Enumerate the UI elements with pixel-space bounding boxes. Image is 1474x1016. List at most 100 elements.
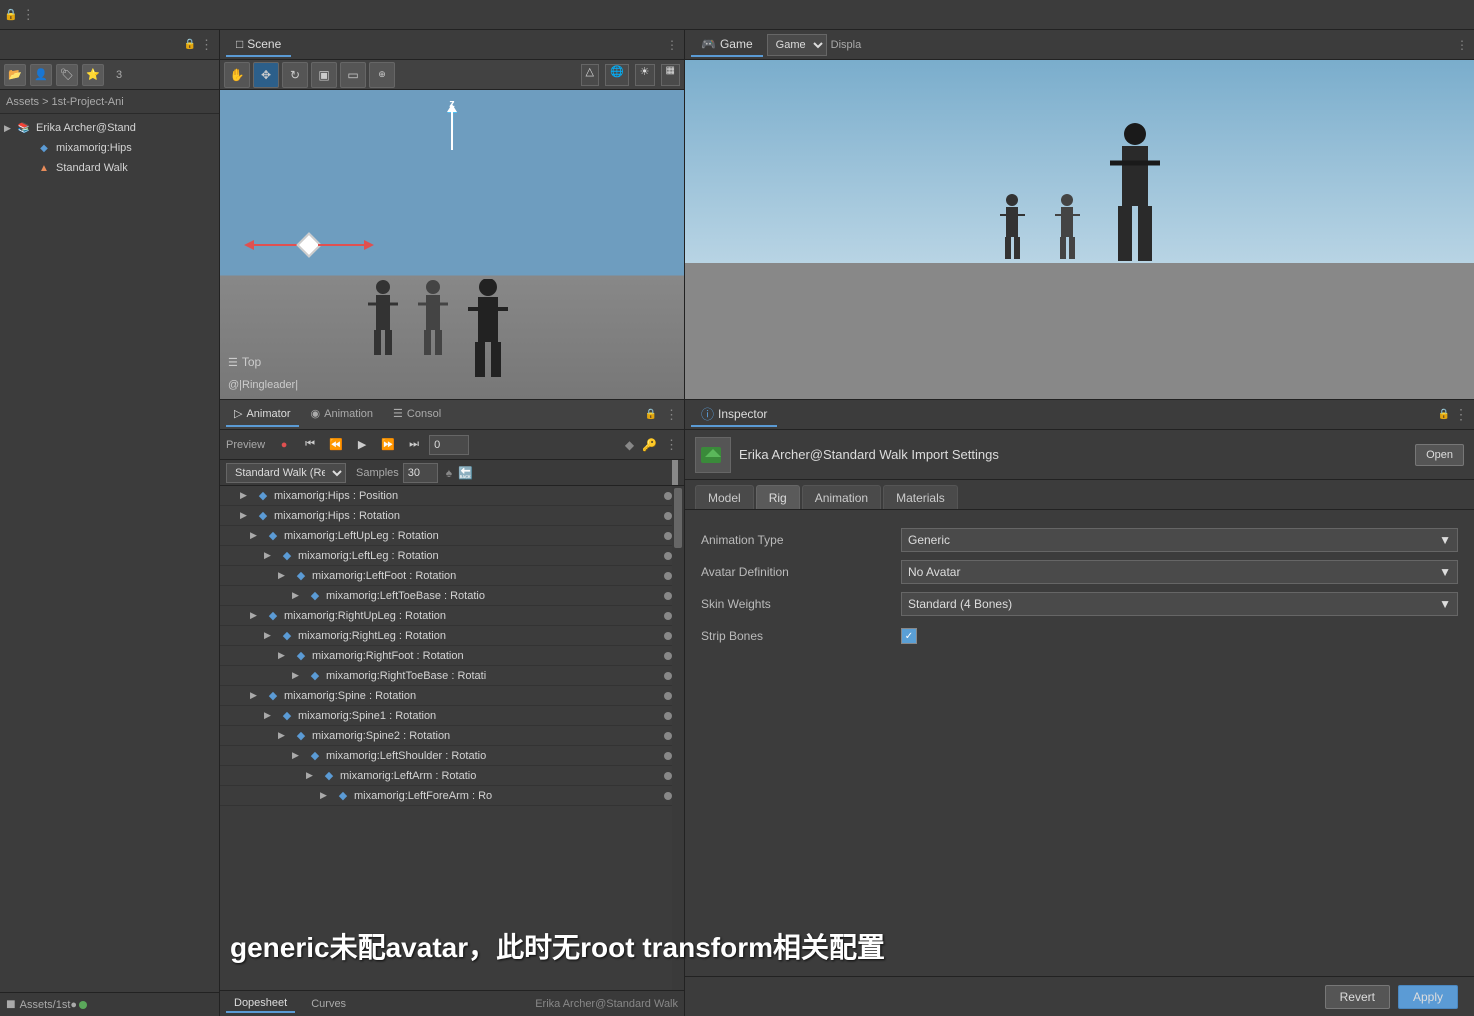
apply-button[interactable]: Apply (1398, 985, 1458, 1009)
skin-weights-dropdown[interactable]: Standard (4 Bones) ▼ (901, 592, 1458, 616)
animation-type-value: Generic ▼ (901, 528, 1458, 552)
game-panel: 🎮 Game Game Displa ⋮ (685, 30, 1474, 399)
anim-item-leftshoulder[interactable]: ▶ ◆ mixamorig:LeftShoulder : Rotatio (220, 746, 684, 766)
more-icon-anim[interactable]: ⋮ (665, 407, 678, 423)
expand-arrow-11: ▶ (250, 690, 264, 701)
expand-arrow-4: ▶ (264, 550, 278, 561)
playback-bar: Preview ● ⏮ ⏪ ▶ ⏩ ⏭ ◆ 🔑 ⋮ (220, 430, 684, 460)
animation-icon: ◉ (311, 407, 321, 420)
anim-item-rightfoot[interactable]: ▶ ◆ mixamorig:RightFoot : Rotation (220, 646, 684, 666)
anim-item-rightupleg[interactable]: ▶ ◆ mixamorig:RightUpLeg : Rotation (220, 606, 684, 626)
anim-item-leftupleg[interactable]: ▶ ◆ mixamorig:LeftUpLeg : Rotation (220, 526, 684, 546)
anim-item-spine1[interactable]: ▶ ◆ mixamorig:Spine1 : Rotation (220, 706, 684, 726)
console-tab[interactable]: ☰ Consol (385, 403, 449, 427)
expand-arrow-16: ▶ (320, 790, 334, 801)
avatar-definition-dropdown[interactable]: No Avatar ▼ (901, 560, 1458, 584)
curves-tab[interactable]: Curves (303, 996, 354, 1012)
anim-dot-1 (664, 492, 672, 500)
bone-icon-2: ◆ (256, 509, 270, 523)
animation-tab[interactable]: ◉ Animation (303, 403, 382, 427)
game-viewport (685, 60, 1474, 399)
samples-input[interactable] (403, 463, 438, 483)
anim-item-rightleg[interactable]: ▶ ◆ mixamorig:RightLeg : Rotation (220, 626, 684, 646)
anim-item-leftforearm[interactable]: ▶ ◆ mixamorig:LeftForeArm : Ro (220, 786, 684, 806)
project-tree[interactable]: ▶ 📚 Erika Archer@Stand ◆ mixamorig:Hips … (0, 114, 219, 992)
revert-button[interactable]: Revert (1325, 985, 1390, 1009)
info-icon: ⓘ (701, 404, 714, 423)
inspector-header: Erika Archer@Standard Walk Import Settin… (685, 430, 1474, 480)
goto-end-btn[interactable]: ⏭ (403, 434, 425, 456)
inspector-tab[interactable]: ⓘ Inspector (691, 403, 777, 427)
rig-tab[interactable]: Rig (756, 485, 800, 509)
scene-view-dropdown[interactable]: △ (581, 64, 599, 86)
animator-tab[interactable]: ▷ Animator (226, 403, 299, 427)
clip-selector[interactable]: Standard Walk (Re (226, 463, 346, 483)
transform2-tool[interactable]: ⊕ (369, 62, 395, 88)
game-tab[interactable]: 🎮 Game (691, 33, 763, 57)
anim-item-leftarm[interactable]: ▶ ◆ mixamorig:LeftArm : Rotatio (220, 766, 684, 786)
scroll-thumb[interactable] (674, 488, 682, 548)
timeline-divider[interactable] (672, 460, 678, 485)
expand-arrow-7: ▶ (250, 610, 264, 621)
tree-item-erika[interactable]: ▶ 📚 Erika Archer@Stand (0, 118, 219, 138)
expand-arrow-9: ▶ (278, 650, 292, 661)
target-icon: ♠ (446, 466, 452, 480)
scene-gizmo-dropdown[interactable]: 🌐 (605, 64, 629, 86)
anim-item-hips-rot[interactable]: ▶ ◆ mixamorig:Hips : Rotation (220, 506, 684, 526)
clip-bar: Standard Walk (Re Samples ♠ 🔙 (220, 460, 684, 486)
game-dropdown[interactable]: Game (767, 34, 827, 56)
anim-item-spine[interactable]: ▶ ◆ mixamorig:Spine : Rotation (220, 686, 684, 706)
anim-item-righttoebase[interactable]: ▶ ◆ mixamorig:RightToeBase : Rotati (220, 666, 684, 686)
anim-more-icon[interactable]: ⋮ (665, 437, 678, 453)
expand-arrow-5: ▶ (278, 570, 292, 581)
strip-bones-checkbox[interactable]: ✓ (901, 628, 917, 644)
skin-weights-row: Skin Weights Standard (4 Bones) ▼ (701, 590, 1458, 618)
anim-item-leftfoot[interactable]: ▶ ◆ mixamorig:LeftFoot : Rotation (220, 566, 684, 586)
record-btn[interactable]: ● (273, 434, 295, 456)
model-tab[interactable]: Model (695, 485, 754, 509)
transform-tool[interactable]: ✥ (253, 62, 279, 88)
anim-dot-7 (664, 612, 672, 620)
game-more-icon[interactable]: ⋮ (1456, 38, 1468, 52)
frame-input[interactable] (429, 435, 469, 455)
top-bar: 🔒 ⋮ (0, 0, 1474, 30)
anim-item-hips-pos[interactable]: ▶ ◆ mixamorig:Hips : Position (220, 486, 684, 506)
scene-more-icon[interactable]: ⋮ (666, 38, 678, 52)
rotate-tool[interactable]: ↻ (282, 62, 308, 88)
inspector-footer: Revert Apply (685, 976, 1474, 1016)
prev-frame-btn[interactable]: ⏪ (325, 434, 347, 456)
next-frame-btn[interactable]: ⏩ (377, 434, 399, 456)
person-icon-btn[interactable]: 👤 (30, 64, 52, 86)
scene-fx-dropdown[interactable]: ☀ (635, 64, 655, 86)
move-tool[interactable]: ✋ (224, 62, 250, 88)
anim-item-spine2[interactable]: ▶ ◆ mixamorig:Spine2 : Rotation (220, 726, 684, 746)
goto-start-btn[interactable]: ⏮ (299, 434, 321, 456)
bone-icon-5: ◆ (294, 569, 308, 583)
anim-dot-6 (664, 592, 672, 600)
scale-tool[interactable]: ▣ (311, 62, 337, 88)
play-btn[interactable]: ▶ (351, 434, 373, 456)
avatar-definition-row: Avatar Definition No Avatar ▼ (701, 558, 1458, 586)
anim-dot-16 (664, 792, 672, 800)
scene-tab[interactable]: □ Scene (226, 33, 291, 57)
animation-tab-ins[interactable]: Animation (802, 485, 881, 509)
materials-tab[interactable]: Materials (883, 485, 958, 509)
inspector-more-icon[interactable]: ⋮ (1454, 406, 1468, 423)
star-icon-btn[interactable]: ⭐ (82, 64, 104, 86)
scene-grid-dropdown[interactable]: ▦ (661, 64, 680, 86)
dopesheet-tab[interactable]: Dopesheet (226, 995, 295, 1013)
ground-bg (685, 263, 1474, 399)
anim-dot-3 (664, 532, 672, 540)
scroll-track[interactable] (672, 486, 684, 990)
tag-icon-btn[interactable]: 🏷 (56, 64, 78, 86)
bone-icon-8: ◆ (280, 629, 294, 643)
anim-item-leftleg[interactable]: ▶ ◆ mixamorig:LeftLeg : Rotation (220, 546, 684, 566)
folder-icon-btn[interactable]: 📂 (4, 64, 26, 86)
open-button[interactable]: Open (1415, 444, 1464, 466)
rect-tool[interactable]: ▭ (340, 62, 366, 88)
anim-item-lefttoebase[interactable]: ▶ ◆ mixamorig:LeftToeBase : Rotatio (220, 586, 684, 606)
inspector-panel: ⓘ Inspector 🔒 ⋮ Erika Archer@Standard (685, 400, 1474, 1016)
animation-type-dropdown[interactable]: Generic ▼ (901, 528, 1458, 552)
tree-item-hips[interactable]: ◆ mixamorig:Hips (0, 138, 219, 158)
tree-item-walk[interactable]: ▲ Standard Walk (0, 158, 219, 178)
